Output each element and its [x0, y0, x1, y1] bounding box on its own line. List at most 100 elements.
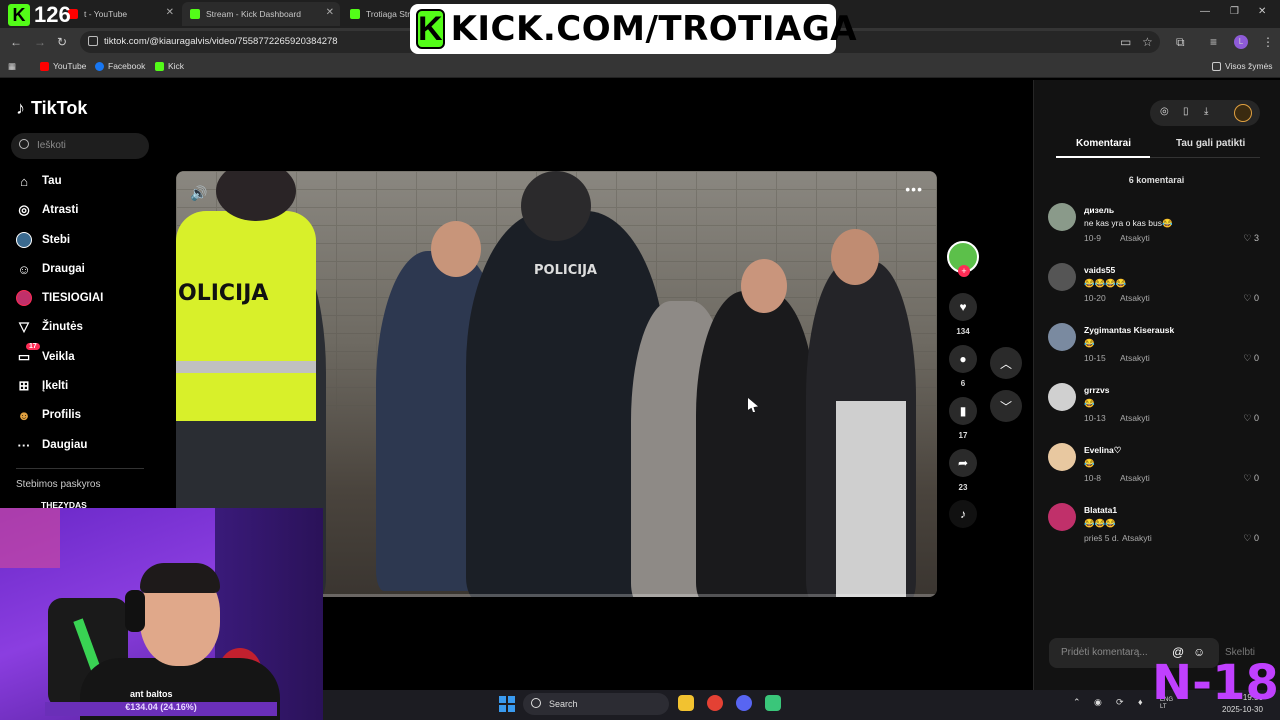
windows-start-icon[interactable]: [499, 696, 515, 712]
tray-app-icon[interactable]: ◉: [1094, 697, 1102, 708]
sidebar-item-zinutes[interactable]: ▽ Žinutės: [16, 317, 83, 337]
tiktok-sound-button[interactable]: ♪: [949, 500, 977, 528]
reply-button[interactable]: Atsakyti: [1120, 473, 1150, 483]
tab-suggestions[interactable]: Tau gali patikti: [1176, 138, 1245, 149]
comment-like-count: 0: [1253, 353, 1259, 363]
webcam-caption: ant baltos: [130, 689, 173, 699]
comment-like-button[interactable]: ♡ 0: [1243, 353, 1259, 364]
head: [521, 171, 591, 241]
sidebar-item-profilis[interactable]: ☻ Profilis: [16, 405, 81, 425]
menu-kebab-icon[interactable]: ⋮: [1262, 35, 1274, 49]
tiktok-logo[interactable]: ♪ TikTok: [16, 98, 87, 119]
app-icon[interactable]: [765, 695, 781, 711]
video-more-icon[interactable]: •••: [905, 181, 923, 197]
microphone-icon[interactable]: ♦: [1138, 697, 1143, 707]
taskbar-search[interactable]: Search: [523, 693, 669, 715]
close-window-icon[interactable]: ✕: [1258, 6, 1266, 17]
commenter-name[interactable]: grrzvs: [1084, 385, 1110, 395]
comment-like-button[interactable]: ♡ 0: [1243, 413, 1259, 424]
site-info-icon[interactable]: [88, 36, 98, 46]
tiktok-note-icon: ♪: [16, 98, 25, 118]
sidebar-item-stebi[interactable]: Stebi: [16, 230, 70, 250]
follow-plus-icon[interactable]: +: [958, 265, 970, 277]
comment-date: 10-9: [1084, 233, 1102, 243]
maximize-icon[interactable]: ❐: [1230, 6, 1239, 17]
sidebar-item-veikla[interactable]: ▭ 17 Veikla: [16, 343, 75, 367]
phone-icon[interactable]: ▯: [1183, 106, 1189, 117]
volume-icon[interactable]: 🔊: [190, 185, 207, 202]
sidebar-item-daugiau[interactable]: ··· Daugiau: [16, 435, 88, 455]
back-icon[interactable]: ←: [10, 35, 22, 49]
chrome-icon[interactable]: [707, 695, 723, 711]
save-button[interactable]: ▮: [949, 397, 977, 425]
search-input[interactable]: Ieškoti: [11, 133, 149, 159]
commenter-name[interactable]: Evelina♡: [1084, 445, 1121, 456]
comment-like-button[interactable]: ♡ 0: [1243, 293, 1259, 304]
file-explorer-icon[interactable]: [678, 695, 694, 711]
tab-kick-dashboard[interactable]: Stream - Kick Dashboard ✕: [182, 2, 340, 26]
commenter-name[interactable]: Zygimantas Kiserausk: [1084, 325, 1174, 335]
bookmark-kick[interactable]: Kick: [155, 61, 184, 71]
minimize-icon[interactable]: —: [1200, 6, 1210, 17]
comment-date: 10-15: [1084, 353, 1106, 363]
creator-avatar[interactable]: +: [947, 241, 979, 277]
commenter-avatar[interactable]: [1048, 383, 1076, 411]
tab-youtube[interactable]: t - YouTube ✕: [60, 2, 180, 26]
tab-comments[interactable]: Komentarai: [1076, 138, 1131, 149]
hi-vis-vest: [176, 211, 316, 421]
extensions-icon[interactable]: ⧉: [1176, 35, 1185, 50]
comment-like-button[interactable]: ♡ 0: [1243, 473, 1259, 484]
kick-banner-overlay: K KICK.COM/TROTIAGA: [410, 4, 857, 54]
bookmark-star-icon[interactable]: ☆: [1142, 35, 1153, 49]
share-button[interactable]: ➦: [949, 449, 977, 477]
tray-chevron-icon[interactable]: ⌃: [1073, 697, 1081, 708]
tab-trotiaga-stream[interactable]: Trotiaga Stre: [342, 2, 412, 26]
taskbar-search-label: Search: [549, 699, 578, 709]
next-video-button[interactable]: ﹀: [990, 390, 1022, 422]
all-bookmarks[interactable]: Visos žymės: [1212, 61, 1273, 71]
sidebar-item-label: Tau: [42, 175, 62, 187]
commenter-avatar[interactable]: [1048, 443, 1076, 471]
close-tab-icon[interactable]: ✕: [326, 7, 334, 18]
bookmark-facebook[interactable]: Facebook: [95, 61, 145, 71]
download-icon[interactable]: ⤓: [1204, 106, 1208, 117]
commenter-avatar[interactable]: [1048, 503, 1076, 531]
reply-button[interactable]: Atsakyti: [1120, 353, 1150, 363]
sidebar-item-tau[interactable]: ⌂ Tau: [16, 171, 62, 191]
tray-sync-icon[interactable]: ⟳: [1116, 697, 1124, 708]
sidebar-item-atrasti[interactable]: ◎ Atrasti: [16, 200, 78, 220]
compass-icon[interactable]: ◎: [1160, 106, 1169, 117]
bookmark-youtube[interactable]: YouTube: [40, 61, 86, 71]
user-avatar[interactable]: [1234, 104, 1252, 122]
apps-grid-icon[interactable]: ▦: [8, 61, 16, 72]
following-avatar-icon: [16, 232, 32, 248]
discord-icon[interactable]: [736, 695, 752, 711]
forward-icon[interactable]: →: [34, 35, 46, 49]
commenter-avatar[interactable]: [1048, 323, 1076, 351]
commenter-name[interactable]: Blatata1: [1084, 505, 1117, 515]
comment-button[interactable]: ●: [949, 345, 977, 373]
reply-button[interactable]: Atsakyti: [1120, 293, 1150, 303]
comment-like-button[interactable]: ♡ 3: [1243, 233, 1259, 244]
reply-button[interactable]: Atsakyti: [1120, 413, 1150, 423]
like-button[interactable]: ♥: [949, 293, 977, 321]
commenter-name[interactable]: vaids55: [1084, 265, 1115, 275]
previous-video-button[interactable]: ︿: [990, 347, 1022, 379]
comment-like-button[interactable]: ♡ 0: [1243, 533, 1259, 544]
reload-icon[interactable]: ↻: [57, 35, 67, 49]
media-icon[interactable]: ≡: [1210, 35, 1217, 49]
sidebar-item-draugai[interactable]: ☺ Draugai: [16, 259, 84, 279]
active-tab-indicator: [1056, 156, 1150, 158]
sidebar-item-live[interactable]: TIESIOGIAI: [16, 288, 103, 308]
profile-avatar[interactable]: L: [1234, 35, 1248, 49]
reply-button[interactable]: Atsakyti: [1122, 533, 1152, 543]
commenter-avatar[interactable]: [1048, 263, 1076, 291]
close-tab-icon[interactable]: ✕: [166, 7, 174, 18]
reply-button[interactable]: Atsakyti: [1120, 233, 1150, 243]
sidebar-item-ikelti[interactable]: ⊞ Įkelti: [16, 376, 69, 396]
comment-count: 6: [960, 379, 966, 388]
folder-icon: [1212, 61, 1221, 71]
commenter-avatar[interactable]: [1048, 203, 1076, 231]
cast-icon[interactable]: ▭: [1120, 35, 1131, 49]
commenter-name[interactable]: дизель: [1084, 205, 1114, 215]
